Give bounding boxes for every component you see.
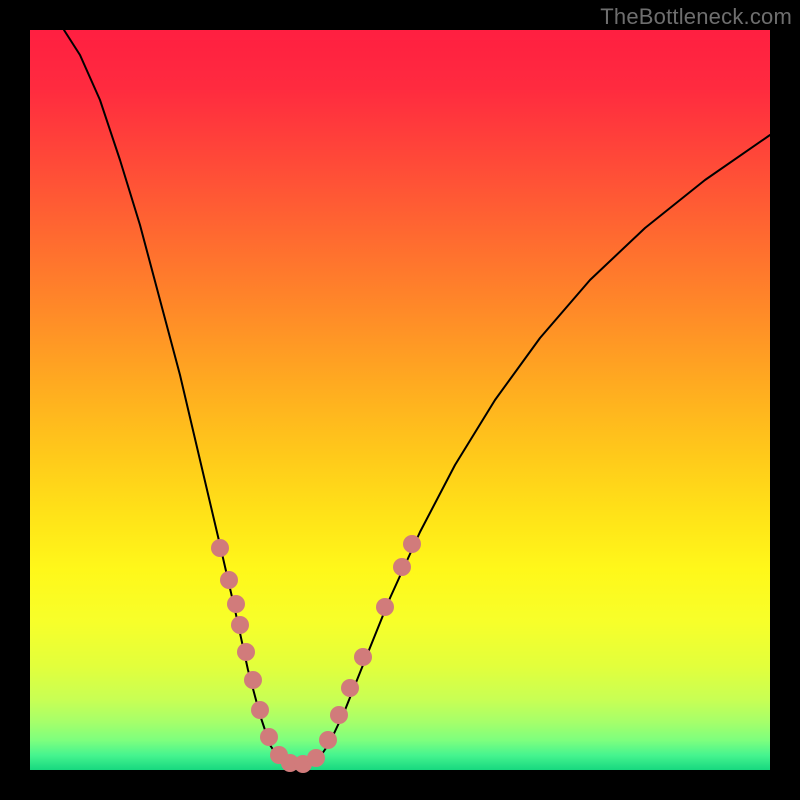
- chart-stage: TheBottleneck.com: [0, 0, 800, 800]
- chart-frame: [30, 30, 770, 770]
- highlight-dots: [211, 535, 421, 773]
- curve-svg: [30, 30, 770, 770]
- watermark-text: TheBottleneck.com: [600, 4, 792, 30]
- bottleneck-curve: [64, 30, 770, 766]
